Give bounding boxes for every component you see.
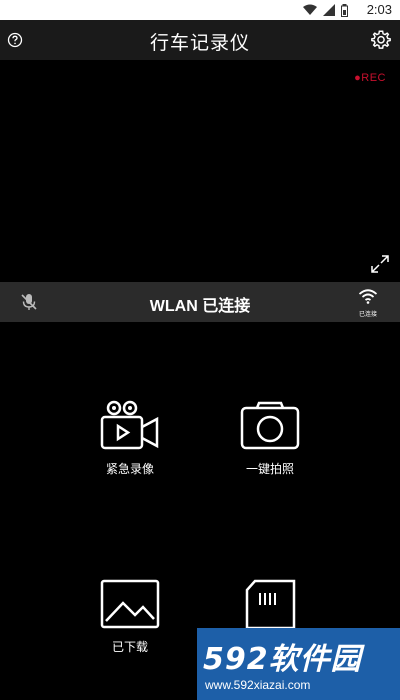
watermark: 592软件园 www.592xiazai.com xyxy=(197,628,400,700)
take-photo-label: 一键拍照 xyxy=(245,462,294,476)
video-camera-icon xyxy=(100,400,159,450)
sd-card-icon xyxy=(245,579,296,630)
status-time: 2:03 xyxy=(366,2,392,17)
wlan-status-text: WLAN 已连接 xyxy=(149,298,251,315)
video-preview[interactable]: ●REC xyxy=(0,60,400,282)
image-icon xyxy=(100,579,160,629)
wifi-icon xyxy=(358,289,378,304)
wifi-signal-icon xyxy=(303,4,317,15)
downloaded-button[interactable]: 已下载 xyxy=(75,578,185,655)
gear-icon[interactable] xyxy=(370,29,392,51)
cell-signal-icon xyxy=(323,4,335,16)
watermark-brand: 592软件园 xyxy=(203,642,362,677)
title-bar: 行车记录仪 xyxy=(0,20,400,61)
emergency-record-button[interactable]: 紧急录像 xyxy=(75,400,185,477)
battery-icon xyxy=(341,3,348,17)
take-photo-button[interactable]: 一键拍照 xyxy=(215,400,325,477)
watermark-url: www.592xiazai.com xyxy=(205,678,311,692)
wifi-status-label: 已连接 xyxy=(358,311,377,318)
fullscreen-icon[interactable] xyxy=(370,254,390,274)
camera-icon xyxy=(240,401,300,450)
status-icons xyxy=(303,3,348,17)
wlan-status-bar: WLAN 已连接 已连接 xyxy=(0,282,400,322)
wifi-status[interactable]: 已连接 xyxy=(355,288,381,318)
page-title: 行车记录仪 xyxy=(149,32,250,54)
emergency-record-label: 紧急录像 xyxy=(105,462,154,476)
status-bar: 2:03 xyxy=(0,0,400,20)
downloaded-label: 已下载 xyxy=(111,640,148,654)
rec-indicator: ●REC xyxy=(354,72,386,84)
